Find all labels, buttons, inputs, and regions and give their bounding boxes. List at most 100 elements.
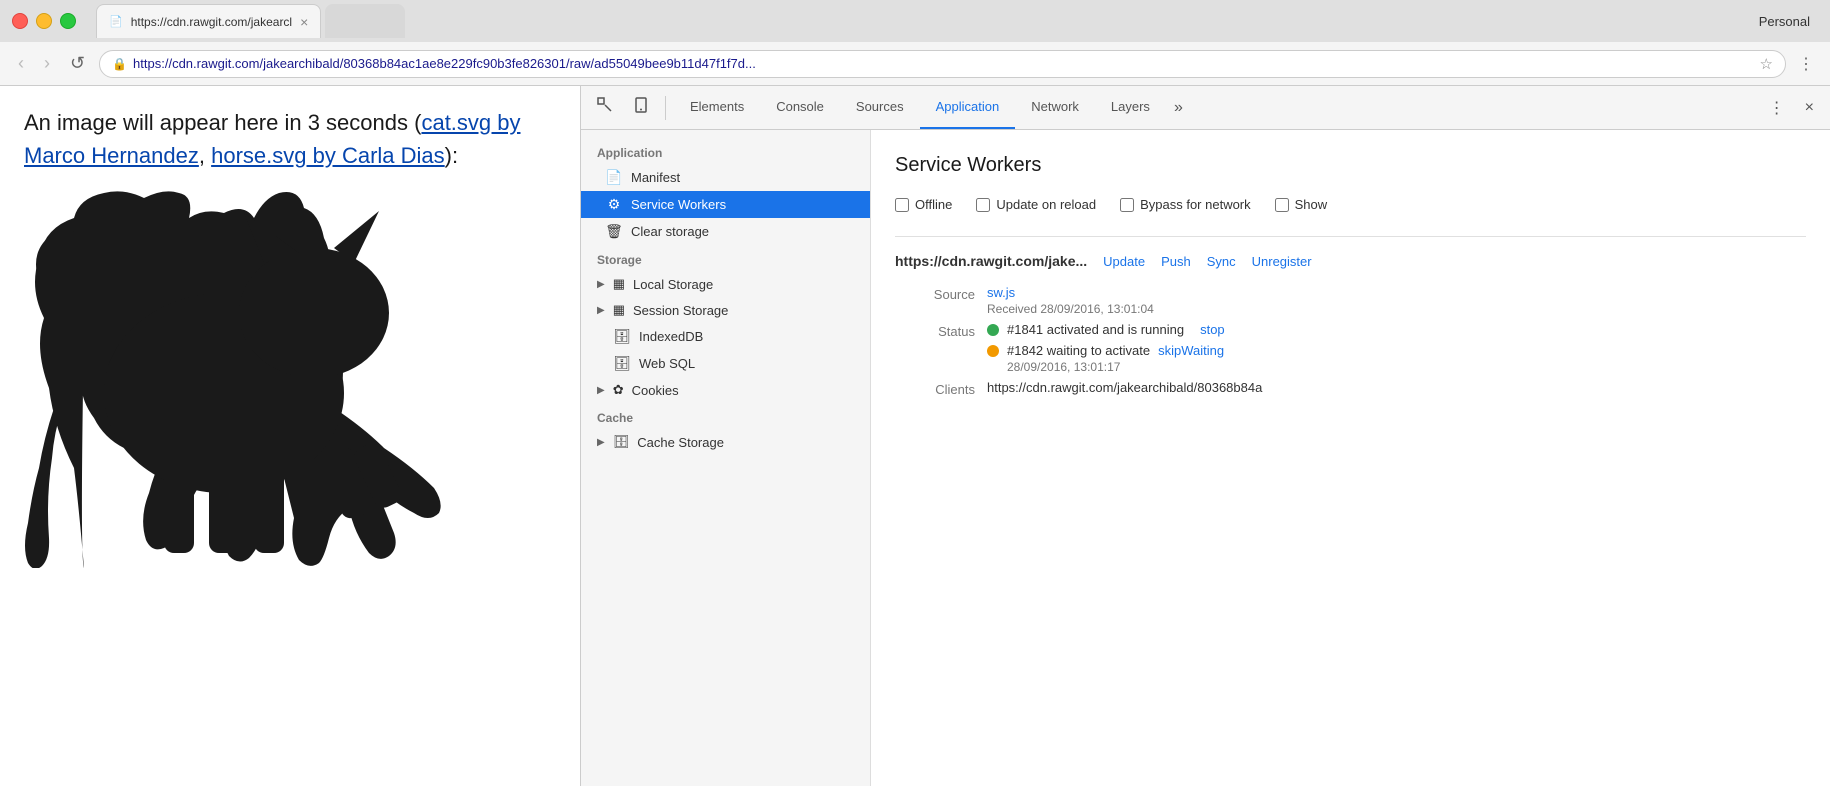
device-toolbar-button[interactable] <box>625 91 657 124</box>
status-value: #1841 activated and is running stop #184… <box>987 322 1806 374</box>
sidebar-item-local-storage[interactable]: ▶ ▦ Local Storage <box>581 271 870 297</box>
status-1-text: #1841 activated and is running <box>1007 322 1184 337</box>
status-2-text: #1842 waiting to activate <box>1007 343 1150 358</box>
bypass-for-network-checkbox[interactable] <box>1120 198 1134 212</box>
back-button[interactable]: ‹ <box>12 49 30 78</box>
sidebar-item-cookies[interactable]: ▶ ✿ Cookies <box>581 377 870 403</box>
show-option[interactable]: Show <box>1275 197 1328 212</box>
cache-storage-icon: 🗄 <box>613 434 630 450</box>
clients-url: https://cdn.rawgit.com/jakearchibald/803… <box>987 380 1262 395</box>
tab-application[interactable]: Application <box>920 86 1016 129</box>
sidebar-item-session-storage[interactable]: ▶ ▦ Session Storage <box>581 297 870 323</box>
app-section-label: Application <box>581 138 870 164</box>
forward-button[interactable]: › <box>38 49 56 78</box>
indexeddb-label: IndexedDB <box>639 329 703 344</box>
sw-options-row: Offline Update on reload Bypass for netw… <box>895 197 1806 212</box>
storage-section-label: Storage <box>581 245 870 271</box>
clear-storage-label: Clear storage <box>631 224 854 239</box>
unregister-link[interactable]: Unregister <box>1252 254 1312 269</box>
minimize-traffic-light[interactable] <box>36 13 52 29</box>
local-storage-label: Local Storage <box>633 277 713 292</box>
sidebar-item-service-workers[interactable]: ⚙ Service Workers <box>581 191 870 218</box>
expand-arrow-icon: ▶ <box>597 305 605 316</box>
page-content: An image will appear here in 3 seconds (… <box>0 86 580 786</box>
new-tab-placeholder <box>325 4 405 38</box>
devtools-close-button[interactable]: × <box>1797 93 1822 123</box>
tab-sources[interactable]: Sources <box>840 86 920 129</box>
skip-waiting-link[interactable]: skipWaiting <box>1158 343 1224 358</box>
expand-arrow-icon: ▶ <box>597 437 605 448</box>
tab-elements[interactable]: Elements <box>674 86 760 129</box>
tab-layers[interactable]: Layers <box>1095 86 1166 129</box>
devtools-actions: ⋮ × <box>1761 92 1822 124</box>
sidebar-item-indexeddb[interactable]: 🗄 IndexedDB <box>581 323 870 350</box>
service-workers-label: Service Workers <box>631 197 854 212</box>
clients-label: Clients <box>895 380 975 397</box>
inspect-element-button[interactable] <box>589 91 621 124</box>
devtools-body: Application 📄 Manifest ⚙ Service Workers… <box>581 130 1830 786</box>
tab-favicon-icon: 📄 <box>109 15 123 28</box>
sw-url-row: https://cdn.rawgit.com/jake... Update Pu… <box>895 253 1806 269</box>
horse-svg-link[interactable]: horse.svg by Carla Dias <box>211 143 445 168</box>
clear-storage-icon: 🗑 <box>605 223 623 240</box>
devtools-main-panel: Service Workers Offline Update on reload <box>871 130 1830 786</box>
sidebar-item-clear-storage[interactable]: 🗑 Clear storage <box>581 218 870 245</box>
offline-option[interactable]: Offline <box>895 197 952 212</box>
source-value: sw.js Received 28/09/2016, 13:01:04 <box>987 285 1806 316</box>
sw-source-file-link[interactable]: sw.js <box>987 285 1015 300</box>
websql-icon: 🗄 <box>613 355 631 372</box>
clients-value: https://cdn.rawgit.com/jakearchibald/803… <box>987 380 1806 397</box>
push-link[interactable]: Push <box>1161 254 1191 269</box>
title-bar: 📄 https://cdn.rawgit.com/jakearcl × Pers… <box>0 0 1830 42</box>
received-value: Received 28/09/2016, 13:01:04 <box>987 302 1806 316</box>
tab-close-button[interactable]: × <box>300 14 308 30</box>
profile-button[interactable]: Personal <box>1751 10 1818 33</box>
sw-url-text: https://cdn.rawgit.com/jake... <box>895 253 1087 269</box>
bookmark-icon[interactable]: ☆ <box>1760 55 1773 73</box>
inspect-icon <box>597 97 613 113</box>
main-content: An image will appear here in 3 seconds (… <box>0 86 1830 786</box>
tab-network[interactable]: Network <box>1015 86 1095 129</box>
status-dot-orange <box>987 345 999 357</box>
expand-arrow-icon: ▶ <box>597 279 605 290</box>
devtools-toolbar: Elements Console Sources Application Net… <box>581 86 1830 130</box>
url-bar[interactable]: 🔒 https://cdn.rawgit.com/jakearchibald/8… <box>99 50 1786 78</box>
close-traffic-light[interactable] <box>12 13 28 29</box>
show-label: Show <box>1295 197 1328 212</box>
manifest-icon: 📄 <box>605 169 623 186</box>
maximize-traffic-light[interactable] <box>60 13 76 29</box>
status-label: Status <box>895 322 975 374</box>
sync-link[interactable]: Sync <box>1207 254 1236 269</box>
offline-label: Offline <box>915 197 952 212</box>
sidebar-item-manifest[interactable]: 📄 Manifest <box>581 164 870 191</box>
nav-bar: ‹ › ↺ 🔒 https://cdn.rawgit.com/jakearchi… <box>0 42 1830 86</box>
show-checkbox[interactable] <box>1275 198 1289 212</box>
waiting-details: #1842 waiting to activate skipWaiting 28… <box>1007 343 1224 374</box>
devtools-panel: Elements Console Sources Application Net… <box>580 86 1830 786</box>
more-tabs-button[interactable]: » <box>1166 86 1191 129</box>
stop-link[interactable]: stop <box>1200 322 1225 337</box>
reload-button[interactable]: ↺ <box>64 49 91 78</box>
bypass-for-network-option[interactable]: Bypass for network <box>1120 197 1251 212</box>
update-link[interactable]: Update <box>1103 254 1145 269</box>
update-on-reload-checkbox[interactable] <box>976 198 990 212</box>
session-storage-icon: ▦ <box>613 302 625 318</box>
source-label: Source <box>895 285 975 316</box>
browser-tab[interactable]: 📄 https://cdn.rawgit.com/jakearcl × <box>96 4 321 38</box>
sw-detail-grid: Source sw.js Received 28/09/2016, 13:01:… <box>895 285 1806 397</box>
received-label: Received <box>987 302 1040 316</box>
tab-console[interactable]: Console <box>760 86 840 129</box>
waiting-time: 28/09/2016, 13:01:17 <box>1007 360 1224 374</box>
cache-storage-label: Cache Storage <box>637 435 724 450</box>
offline-checkbox[interactable] <box>895 198 909 212</box>
sidebar-item-cache-storage[interactable]: ▶ 🗄 Cache Storage <box>581 429 870 455</box>
sidebar-item-websql[interactable]: 🗄 Web SQL <box>581 350 870 377</box>
update-on-reload-option[interactable]: Update on reload <box>976 197 1096 212</box>
browser-menu-button[interactable]: ⋮ <box>1794 50 1818 78</box>
cookies-icon: ✿ <box>613 382 624 398</box>
devtools-options-button[interactable]: ⋮ <box>1761 92 1793 124</box>
status-row-1: #1841 activated and is running stop <box>987 322 1806 337</box>
tab-bar: 📄 https://cdn.rawgit.com/jakearcl × <box>96 4 1743 38</box>
devtools-tabs: Elements Console Sources Application Net… <box>674 86 1191 129</box>
browser-window: 📄 https://cdn.rawgit.com/jakearcl × Pers… <box>0 0 1830 786</box>
